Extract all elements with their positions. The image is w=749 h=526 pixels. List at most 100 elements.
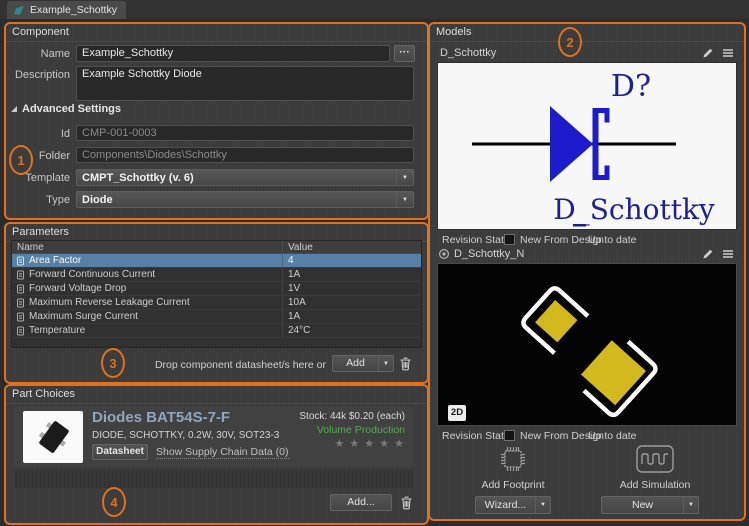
schematic-symbol-view[interactable]: D? D_Schottky (437, 62, 737, 230)
menu-icon[interactable] (722, 48, 734, 58)
column-header-name[interactable]: Name (12, 241, 283, 253)
footprint-model-name: D_Schottky_N (454, 248, 524, 260)
2d-view-button[interactable]: 2D (448, 405, 466, 421)
advanced-settings-toggle[interactable]: Advanced Settings (11, 103, 121, 115)
parameter-value: 24°C (283, 325, 421, 336)
parameter-value: 10A (283, 297, 421, 308)
table-row[interactable]: Maximum Surge Current 1A (12, 310, 421, 324)
template-dropdown[interactable]: CMPT_Schottky (v. 6) ▼ (76, 169, 414, 186)
name-input[interactable]: Example_Schottky (76, 45, 390, 62)
chevron-down-icon[interactable]: ▼ (535, 497, 550, 513)
parameter-name: Forward Voltage Drop (29, 283, 126, 294)
type-dropdown[interactable]: Diode ▼ (76, 191, 414, 208)
tab-title: Example_Schottky (30, 4, 117, 16)
table-row[interactable]: Area Factor 4 (12, 254, 421, 268)
parameter-value: 1A (283, 311, 421, 322)
symbol-revision-row: Revision State: New From Design Up to da… (430, 234, 744, 247)
revision-status: Up to date (588, 430, 636, 442)
simulation-new-button[interactable]: New ▼ (601, 496, 699, 514)
add-footprint-icon[interactable] (496, 443, 530, 475)
add-button-label[interactable]: Add (333, 356, 378, 371)
chevron-down-icon[interactable]: ▼ (378, 356, 393, 371)
parameter-name: Maximum Reverse Leakage Current (29, 297, 190, 308)
trash-icon[interactable] (400, 495, 413, 510)
id-field: CMP-001-0003 (76, 125, 414, 141)
panel-title: Component (12, 26, 69, 38)
description-label: Description (6, 69, 70, 81)
lifecycle-status: Volume Production (317, 424, 405, 436)
parameters-table: Name Value Area Factor 4 Forward Continu… (11, 240, 422, 348)
part-choices-empty-row (14, 470, 413, 488)
footprint-3d-drawing (438, 264, 736, 425)
parameter-value: 1V (283, 283, 421, 294)
chevron-down-icon[interactable]: ▼ (683, 497, 698, 513)
svg-text:D?: D? (611, 69, 651, 104)
edit-pencil-icon[interactable] (702, 248, 714, 260)
parameter-icon (16, 270, 25, 280)
description-input[interactable]: Example Schottky Diode (76, 66, 414, 101)
datasheet-button[interactable]: Datasheet (92, 444, 148, 460)
supply-chain-link[interactable]: Show Supply Chain Data (0) (156, 446, 289, 459)
template-value: CMPT_Schottky (v. 6) (77, 172, 396, 184)
tab-example-schottky[interactable]: Example_Schottky (7, 1, 126, 19)
table-header-row: Name Value (12, 241, 421, 254)
revision-state-label: Revision State: (442, 234, 513, 246)
id-label: Id (6, 128, 70, 140)
parameter-name: Temperature (29, 325, 85, 336)
type-label: Type (6, 194, 70, 206)
parameter-icon (16, 284, 25, 294)
footprint-3d-view[interactable]: 2D (437, 263, 737, 426)
revision-status: Up to date (588, 234, 636, 246)
annotation-step-2: 2 (558, 27, 582, 57)
collapse-triangle-icon (11, 106, 17, 112)
revision-state-label: Revision State: (442, 430, 513, 442)
edit-pencil-icon[interactable] (702, 47, 714, 59)
add-footprint-label: Add Footprint (458, 479, 568, 491)
part-choices-panel: Part Choices Diodes BAT54S-7-F DIODE, SC… (4, 384, 429, 525)
current-footprint-icon[interactable] (438, 248, 450, 260)
footprint-wizard-button[interactable]: Wizard... ▼ (475, 496, 551, 514)
symbol-model-name: D_Schottky (440, 47, 496, 59)
add-part-choice-button[interactable]: Add... (330, 494, 392, 511)
table-row[interactable]: Temperature 24°C (12, 324, 421, 338)
column-header-value[interactable]: Value (283, 242, 421, 253)
parameter-icon (16, 312, 25, 322)
parameter-value: 1A (283, 269, 421, 280)
schottky-symbol-drawing: D? D_Schottky (438, 63, 736, 229)
annotation-step-4: 4 (102, 487, 126, 517)
part-choices-panel-header: Part Choices (6, 386, 427, 404)
chevron-down-icon[interactable]: ▼ (396, 192, 413, 207)
revision-color-swatch (504, 234, 515, 245)
trash-icon[interactable] (399, 356, 412, 371)
add-parameter-button[interactable]: Add ▼ (332, 355, 394, 372)
menu-icon[interactable] (722, 249, 734, 259)
parameter-name: Maximum Surge Current (29, 311, 138, 322)
panel-title: Models (436, 26, 471, 38)
parameter-icon (16, 256, 25, 266)
add-simulation-label: Add Simulation (600, 479, 710, 491)
component-icon (13, 5, 25, 16)
table-row[interactable]: Forward Voltage Drop 1V (12, 282, 421, 296)
add-simulation-icon[interactable] (636, 445, 674, 473)
svg-text:D_Schottky: D_Schottky (553, 193, 715, 226)
parameter-name: Area Factor (29, 255, 81, 266)
part-image (23, 411, 83, 463)
footprint-revision-row: Revision State: New From Design Up to da… (430, 430, 744, 443)
table-row[interactable]: Maximum Reverse Leakage Current 10A (12, 296, 421, 310)
star-rating: ★ ★ ★ ★ ★ (334, 437, 405, 450)
part-description: DIODE, SCHOTTKY, 0.2W, 30V, SOT23-3 (92, 430, 279, 441)
parameter-icon (16, 326, 25, 336)
panel-title: Parameters (12, 226, 69, 238)
models-panel: Models D_Schottky D? D_Schottky Revision… (428, 22, 746, 521)
component-panel-header: Component (6, 24, 427, 42)
symbol-header-icons (702, 47, 734, 59)
annotation-step-1: 1 (9, 145, 33, 175)
part-choice-card[interactable]: Diodes BAT54S-7-F DIODE, SCHOTTKY, 0.2W,… (14, 407, 413, 467)
chevron-down-icon[interactable]: ▼ (396, 170, 413, 185)
name-more-button[interactable]: ··· (394, 45, 415, 62)
type-value: Diode (77, 194, 396, 206)
panel-title: Part Choices (12, 388, 75, 400)
table-row[interactable]: Forward Continuous Current 1A (12, 268, 421, 282)
wizard-button-label[interactable]: Wizard... (476, 497, 535, 513)
new-button-label[interactable]: New (602, 497, 683, 513)
